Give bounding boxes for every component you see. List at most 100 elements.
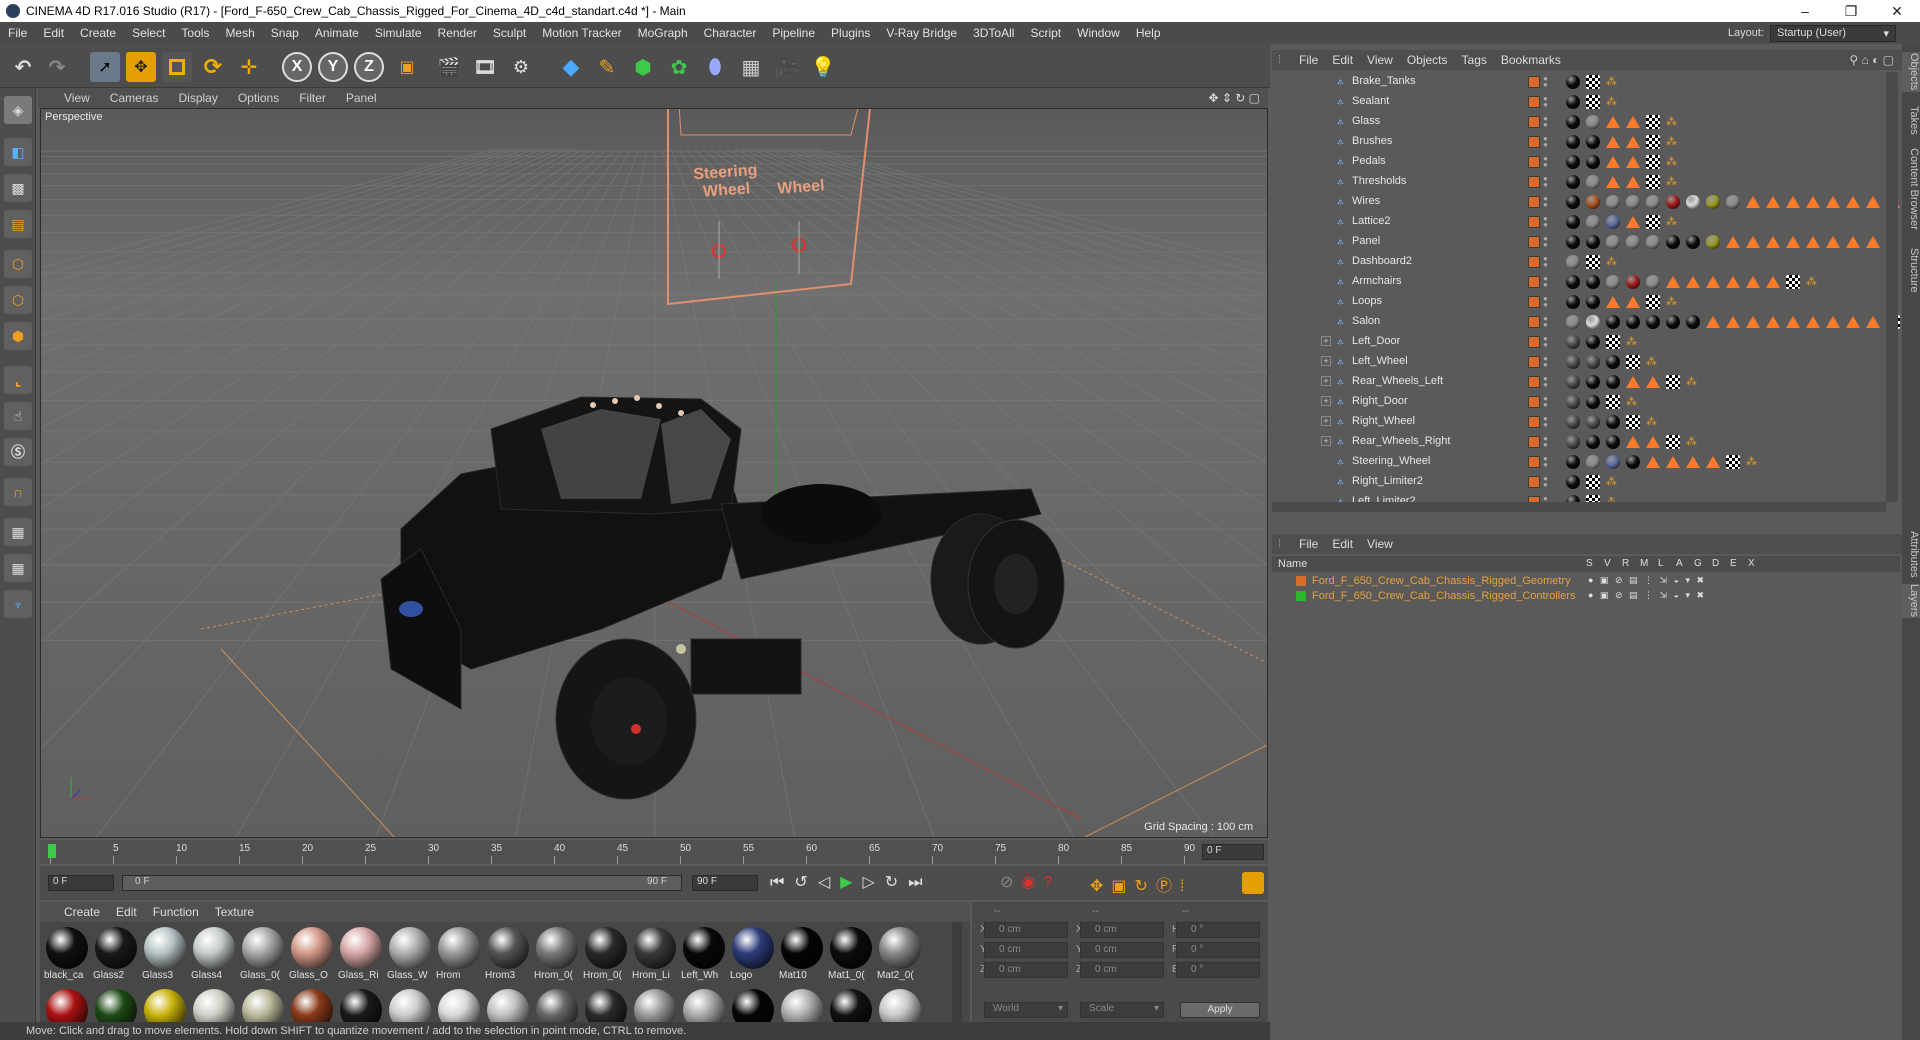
render-view-icon[interactable]: 🎬 bbox=[434, 52, 464, 82]
visibility-dots-icon[interactable]: ● ● bbox=[1543, 215, 1549, 229]
material-tag-icon[interactable] bbox=[1586, 295, 1600, 309]
goto-start-icon[interactable]: ⏮ bbox=[770, 874, 794, 891]
side-tab-layers[interactable]: Layers bbox=[1902, 584, 1920, 618]
constraint-tag-icon[interactable]: ⁂ bbox=[1686, 375, 1700, 389]
menu-item-snap[interactable]: Snap bbox=[263, 26, 307, 40]
layer-color-icon[interactable] bbox=[1528, 176, 1540, 188]
coord-field[interactable]: 0 ° bbox=[1176, 942, 1260, 958]
constraint-tag-icon[interactable]: ⁂ bbox=[1666, 215, 1680, 229]
subdivision-icon[interactable]: ⬢ bbox=[628, 52, 658, 82]
material-tag-icon[interactable] bbox=[1626, 235, 1640, 249]
points-mode-icon[interactable]: ⬡ bbox=[4, 250, 32, 278]
edges-mode-icon[interactable]: ⬡ bbox=[4, 286, 32, 314]
visibility-dots-icon[interactable]: ● ● bbox=[1543, 175, 1549, 189]
constraint-tag-icon[interactable]: ⁂ bbox=[1746, 455, 1760, 469]
phong-tag-icon[interactable] bbox=[1766, 196, 1780, 208]
checker-tag-icon[interactable] bbox=[1586, 75, 1600, 89]
phong-tag-icon[interactable] bbox=[1746, 276, 1760, 288]
layer-color-icon[interactable] bbox=[1528, 216, 1540, 228]
material-tag-icon[interactable] bbox=[1686, 235, 1700, 249]
floor-icon[interactable]: ▦ bbox=[736, 52, 766, 82]
material-swatch[interactable]: black_ca bbox=[44, 926, 90, 986]
visibility-dots-icon[interactable]: ● ● bbox=[1543, 115, 1549, 129]
viewport-menu-panel[interactable]: Panel bbox=[336, 91, 387, 105]
visibility-dots-icon[interactable]: ● ● bbox=[1543, 455, 1549, 469]
checker-tag-icon[interactable] bbox=[1646, 135, 1660, 149]
object-name[interactable]: Thresholds bbox=[1352, 175, 1406, 187]
phong-tag-icon[interactable] bbox=[1626, 136, 1640, 148]
material-swatch[interactable]: Glass3 bbox=[142, 926, 188, 986]
material-tag-icon[interactable] bbox=[1586, 435, 1600, 449]
expand-icon[interactable]: + bbox=[1321, 336, 1331, 346]
object-name[interactable]: Rear_Wheels_Left bbox=[1352, 375, 1443, 387]
side-tab-content-browser[interactable]: Content Browser bbox=[1902, 144, 1920, 234]
layer-color-icon[interactable] bbox=[1528, 336, 1540, 348]
layer-row[interactable]: Ford_F_650_Crew_Cab_Chassis_Rigged_Geome… bbox=[1272, 574, 1900, 589]
material-tag-icon[interactable] bbox=[1626, 275, 1640, 289]
object-name[interactable]: Brake_Tanks bbox=[1352, 75, 1416, 87]
checker-tag-icon[interactable] bbox=[1586, 255, 1600, 269]
object-row[interactable]: ⟑ Panel ● ● bbox=[1272, 232, 1900, 252]
object-row[interactable]: + ⟑ Rear_Wheels_Right ● ● ⁂ bbox=[1272, 432, 1900, 452]
scale-select[interactable]: Scale ▾ bbox=[1080, 1002, 1164, 1018]
menu-item-mesh[interactable]: Mesh bbox=[217, 26, 262, 40]
material-tag-icon[interactable] bbox=[1646, 195, 1660, 209]
menu-item-plugins[interactable]: Plugins bbox=[823, 26, 878, 40]
object-menu-objects[interactable]: Objects bbox=[1400, 53, 1455, 67]
material-tag-icon[interactable] bbox=[1606, 455, 1620, 469]
material-tag-icon[interactable] bbox=[1586, 135, 1600, 149]
layer-flags-icons[interactable]: ● ▣ ⊘ ▤ ⋮ ⇲ ◒ ▾ ✖ bbox=[1588, 590, 1706, 601]
checker-tag-icon[interactable] bbox=[1606, 395, 1620, 409]
menu-item-help[interactable]: Help bbox=[1128, 26, 1169, 40]
coord-field[interactable]: 0 ° bbox=[1176, 962, 1260, 978]
object-row[interactable]: ⟑ Wires ● ● bbox=[1272, 192, 1900, 212]
material-tag-icon[interactable] bbox=[1666, 315, 1680, 329]
constraint-tag-icon[interactable]: ⁂ bbox=[1606, 475, 1620, 489]
layer-col-header[interactable]: D bbox=[1712, 558, 1719, 569]
pla-key-icon[interactable]: ⁞ bbox=[1180, 878, 1192, 895]
material-tag-icon[interactable] bbox=[1566, 435, 1580, 449]
end-frame-field[interactable]: 90 F bbox=[692, 875, 758, 891]
visibility-dots-icon[interactable]: ● ● bbox=[1543, 95, 1549, 109]
rotate-tool-icon[interactable]: ⟳ bbox=[198, 52, 228, 82]
checker-tag-icon[interactable] bbox=[1626, 415, 1640, 429]
phong-tag-icon[interactable] bbox=[1766, 276, 1780, 288]
phong-tag-icon[interactable] bbox=[1786, 236, 1800, 248]
phong-tag-icon[interactable] bbox=[1826, 196, 1840, 208]
layer-col-header[interactable]: X bbox=[1748, 558, 1755, 569]
visibility-dots-icon[interactable]: ● ● bbox=[1543, 135, 1549, 149]
make-editable-icon[interactable]: ◈ bbox=[4, 96, 32, 124]
layer-name[interactable]: Ford_F_650_Crew_Cab_Chassis_Rigged_Contr… bbox=[1312, 590, 1576, 602]
current-frame-field[interactable]: 0 F bbox=[1202, 844, 1264, 860]
layer-color-icon[interactable] bbox=[1528, 136, 1540, 148]
workplane-grid-icon[interactable]: ▦ bbox=[4, 518, 32, 546]
playback-buttons[interactable]: ⏮↺◁▶▷↻⏭ bbox=[770, 872, 933, 892]
material-tag-icon[interactable] bbox=[1686, 195, 1700, 209]
material-tag-icon[interactable] bbox=[1586, 355, 1600, 369]
phong-tag-icon[interactable] bbox=[1626, 296, 1640, 308]
material-tag-icon[interactable] bbox=[1606, 375, 1620, 389]
material-swatch[interactable]: Mat2_0( bbox=[877, 926, 923, 986]
layer-color-icon[interactable] bbox=[1528, 476, 1540, 488]
layer-color-icon[interactable] bbox=[1528, 416, 1540, 428]
material-tag-icon[interactable] bbox=[1706, 195, 1720, 209]
next-key-icon[interactable]: ↻ bbox=[885, 874, 908, 891]
menu-item-select[interactable]: Select bbox=[124, 26, 173, 40]
material-tag-icon[interactable] bbox=[1566, 295, 1580, 309]
layer-color-icon[interactable] bbox=[1528, 356, 1540, 368]
phong-tag-icon[interactable] bbox=[1806, 236, 1820, 248]
side-tab-objects[interactable]: Objects bbox=[1902, 52, 1920, 92]
object-row[interactable]: ⟑ Steering_Wheel ● ● ⁂ bbox=[1272, 452, 1900, 472]
menu-item-motion-tracker[interactable]: Motion Tracker bbox=[534, 26, 629, 40]
material-tag-icon[interactable] bbox=[1626, 195, 1640, 209]
checker-tag-icon[interactable] bbox=[1586, 95, 1600, 109]
constraint-tag-icon[interactable]: ⁂ bbox=[1626, 395, 1640, 409]
scale-tool-icon[interactable] bbox=[162, 52, 192, 82]
viewport-menu-display[interactable]: Display bbox=[168, 91, 227, 105]
phong-tag-icon[interactable] bbox=[1706, 276, 1720, 288]
expand-icon[interactable]: + bbox=[1321, 416, 1331, 426]
phong-tag-icon[interactable] bbox=[1626, 116, 1640, 128]
object-row[interactable]: ⟑ Armchairs ● ● ⁂ bbox=[1272, 272, 1900, 292]
menu-item-sculpt[interactable]: Sculpt bbox=[485, 26, 534, 40]
visibility-dots-icon[interactable]: ● ● bbox=[1543, 275, 1549, 289]
